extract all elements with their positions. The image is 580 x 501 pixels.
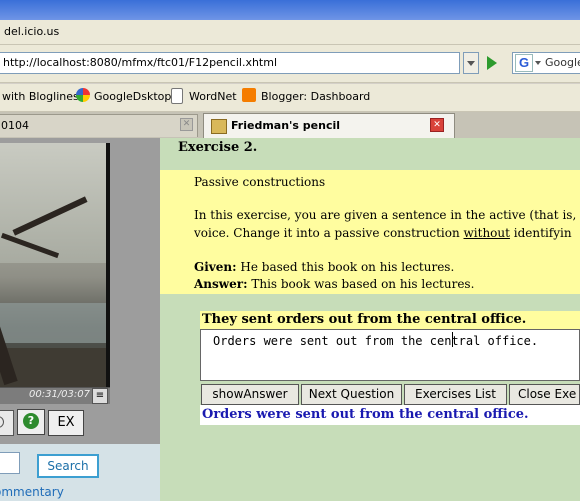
instructions-box: Passive constructions In this exercise, … — [160, 170, 580, 294]
close-tab-icon[interactable]: ✕ — [430, 118, 444, 132]
address-bar-url: http://localhost:8080/mfmx/ftc01/F12penc… — [3, 56, 278, 69]
text-caret — [452, 332, 453, 347]
search-bar-placeholder: Google — [545, 56, 580, 69]
feedback-text: Orders were sent out from the central of… — [202, 407, 529, 422]
window-title-bar — [0, 0, 580, 20]
help-icon: ? — [23, 413, 39, 429]
instruction-line-1: In this exercise, you are given a senten… — [194, 208, 577, 222]
tab-active[interactable]: Friedman's pencil — [203, 113, 455, 138]
exercise-topic: Passive constructions — [194, 175, 326, 189]
googledesktop-icon — [76, 88, 90, 102]
tab-label: 0104 — [1, 119, 29, 132]
search-engine-dropdown-icon[interactable] — [535, 61, 541, 65]
video-border — [106, 143, 110, 387]
instruction-line-2: voice. Change it into a passive construc… — [194, 226, 572, 240]
tab-inactive[interactable]: 0104 — [0, 114, 198, 137]
sidebar-search-input[interactable] — [0, 452, 20, 474]
go-arrow-icon[interactable] — [482, 53, 502, 73]
answer-text: Orders were sent out from the central of… — [213, 334, 539, 348]
menu-bar: del.icio.us — [0, 20, 580, 45]
google-icon: G — [515, 54, 533, 72]
commentary-link[interactable]: ommentary — [0, 485, 64, 499]
exercises-list-button[interactable]: Exercises List — [404, 384, 507, 405]
answer-example: Answer: This book was based on his lectu… — [194, 277, 475, 291]
search-button[interactable]: Search — [37, 454, 99, 478]
video-time: 00:31/03:07 — [28, 389, 90, 400]
record-button[interactable] — [0, 410, 14, 436]
address-dropdown-icon[interactable] — [463, 52, 479, 74]
help-button[interactable]: ? — [17, 409, 45, 435]
menu-item-delicious[interactable]: del.icio.us — [4, 25, 59, 38]
search-bar[interactable]: G Google — [512, 52, 580, 74]
close-tab-icon[interactable]: ✕ — [180, 118, 193, 131]
next-question-button[interactable]: Next Question — [301, 384, 402, 405]
bookmark-bloglines[interactable]: with Bloglines — [2, 90, 79, 103]
page-icon — [171, 88, 183, 104]
menu-icon[interactable]: ≡ — [92, 388, 108, 404]
show-answer-button[interactable]: showAnswer — [201, 384, 299, 405]
bookmark-wordnet[interactable]: WordNet — [189, 90, 237, 103]
prompt-sentence: They sent orders out from the central of… — [202, 312, 527, 327]
feedback-box: Orders were sent out from the central of… — [200, 405, 580, 425]
bookmark-googledesktop[interactable]: GoogleDsktop — [94, 90, 171, 103]
exercise-title: Exercise 2. — [178, 140, 258, 155]
answer-textarea[interactable]: Orders were sent out from the central of… — [200, 329, 580, 381]
close-exercise-button[interactable]: Close Exe — [509, 384, 580, 405]
prompt-sentence-box: They sent orders out from the central of… — [200, 311, 580, 329]
tab-label: Friedman's pencil — [231, 119, 341, 132]
video-frame[interactable] — [0, 143, 106, 387]
given-example: Given: He based this book on his lecture… — [194, 260, 455, 274]
blogger-icon — [242, 88, 256, 102]
bookmark-blogger[interactable]: Blogger: Dashboard — [261, 90, 370, 103]
ex-button[interactable]: EX — [48, 410, 84, 436]
pencil-favicon-icon — [211, 119, 227, 134]
address-bar[interactable]: http://localhost:8080/mfmx/ftc01/F12penc… — [0, 52, 460, 74]
